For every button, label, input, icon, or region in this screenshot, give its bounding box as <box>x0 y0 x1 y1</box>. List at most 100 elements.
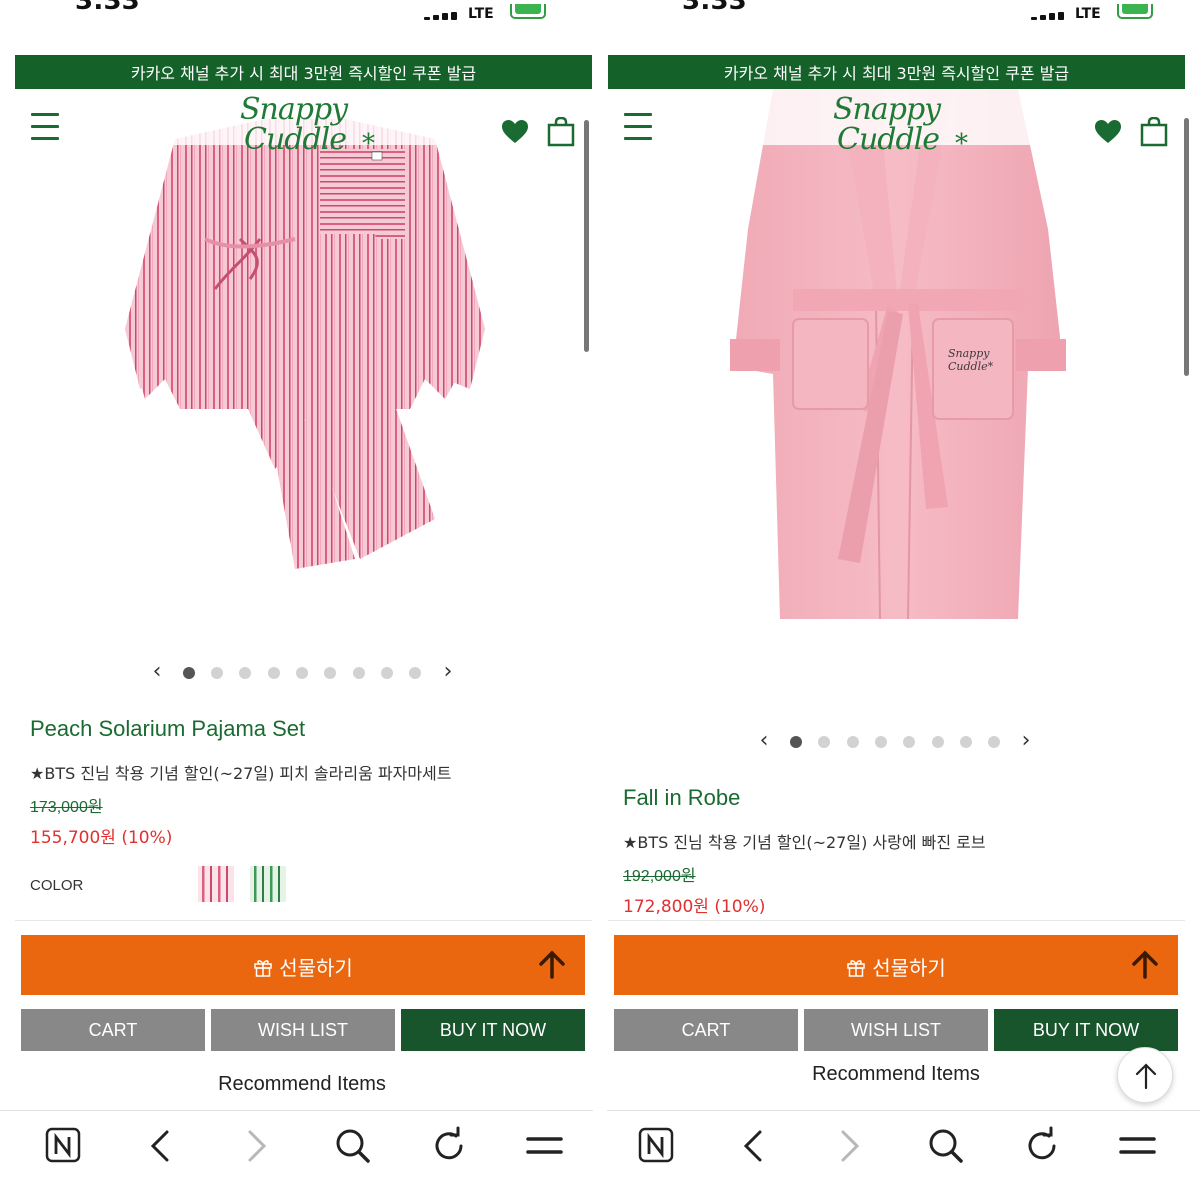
brand-logo[interactable]: Snappy Cuddle * <box>833 92 968 165</box>
promo-banner[interactable]: 카카오 채널 추가 시 최대 3만원 즉시할인 쿠폰 발급 <box>608 55 1185 89</box>
svg-text:Snappy: Snappy <box>948 347 990 360</box>
carousel-dot[interactable] <box>960 736 972 748</box>
cart-button[interactable]: CART <box>21 1009 205 1051</box>
carousel-dot[interactable] <box>409 667 421 679</box>
carousel-prev-icon[interactable]: ‹ <box>147 661 167 685</box>
logo-line1: Snappy <box>240 92 348 127</box>
color-swatch-green[interactable] <box>250 866 286 902</box>
carousel-dot[interactable] <box>183 667 195 679</box>
logo-line2: Cuddle <box>837 122 940 157</box>
svg-text:Cuddle*: Cuddle* <box>948 360 994 373</box>
carousel-next-icon[interactable]: › <box>1016 730 1036 754</box>
logo-line1: Snappy <box>833 92 941 127</box>
status-bar: 3:33 LTE <box>0 0 593 30</box>
refresh-icon[interactable] <box>429 1126 469 1166</box>
logo-line2: Cuddle <box>244 122 347 157</box>
carousel-dot[interactable] <box>353 667 365 679</box>
status-time: 3:33 <box>682 0 747 16</box>
carousel-dot[interactable] <box>847 736 859 748</box>
carousel-dot[interactable] <box>211 667 223 679</box>
scroll-to-top-button[interactable] <box>1117 1047 1173 1103</box>
product-subtitle: ★BTS 진님 착용 기념 할인(~27일) 피치 솔라리움 파자마세트 <box>30 764 452 783</box>
scrollbar[interactable] <box>584 120 589 352</box>
recommend-items-heading: Recommend Items <box>812 1063 980 1085</box>
network-label: LTE <box>468 6 494 22</box>
cart-button[interactable]: CART <box>614 1009 798 1051</box>
shopping-bag-icon[interactable] <box>1140 116 1168 147</box>
site-header: Snappy Cuddle * <box>608 89 1185 159</box>
product-image[interactable]: Snappy Cuddle* <box>608 89 1185 709</box>
heart-icon[interactable] <box>501 119 529 145</box>
carousel-dot[interactable] <box>875 736 887 748</box>
carousel-dot[interactable] <box>903 736 915 748</box>
product-page-pajama: 3:33 LTE 카카오 채널 추가 시 최대 3만원 즉시할인 쿠폰 발급 S… <box>0 0 593 1200</box>
gift-icon <box>253 957 273 982</box>
color-swatch-pink[interactable] <box>198 866 234 902</box>
carousel-next-icon[interactable]: › <box>438 661 458 685</box>
battery-icon <box>510 4 546 19</box>
gift-button[interactable]: 선물하기 <box>21 935 585 995</box>
status-time: 3:33 <box>75 0 140 16</box>
forward-icon[interactable] <box>237 1126 277 1166</box>
arrow-up-icon[interactable] <box>1130 949 1160 979</box>
recommend-items-heading: Recommend Items <box>218 1073 386 1095</box>
battery-icon <box>1117 4 1153 19</box>
carousel-dot[interactable] <box>381 667 393 679</box>
back-icon[interactable] <box>141 1126 181 1166</box>
product-subtitle: ★BTS 진님 착용 기념 할인(~27일) 사랑에 빠진 로브 <box>623 833 986 852</box>
search-icon[interactable] <box>926 1126 966 1166</box>
brand-logo[interactable]: Snappy Cuddle * <box>240 92 375 165</box>
buy-now-button[interactable]: BUY IT NOW <box>401 1009 585 1051</box>
carousel-dot[interactable] <box>988 736 1000 748</box>
network-label: LTE <box>1075 6 1101 22</box>
arrow-up-icon <box>1135 1063 1157 1090</box>
carousel-dot[interactable] <box>324 667 336 679</box>
browser-toolbar <box>0 1110 593 1200</box>
scrollbar[interactable] <box>1184 118 1189 376</box>
wish-list-button[interactable]: WISH LIST <box>804 1009 988 1051</box>
image-carousel-nav: ‹ › <box>0 661 593 685</box>
carousel-dot[interactable] <box>932 736 944 748</box>
divider <box>15 920 592 921</box>
forward-icon[interactable] <box>830 1126 870 1166</box>
status-bar: 3:33 LTE <box>607 0 1200 30</box>
back-icon[interactable] <box>734 1126 774 1166</box>
menu-icon[interactable] <box>1118 1126 1158 1166</box>
menu-icon[interactable] <box>525 1126 565 1166</box>
robe-image: Snappy Cuddle* <box>730 89 1066 620</box>
signal-icon <box>1031 12 1065 20</box>
product-image[interactable] <box>15 89 592 649</box>
wish-list-button[interactable]: WISH LIST <box>211 1009 395 1051</box>
promo-banner[interactable]: 카카오 채널 추가 시 최대 3만원 즉시할인 쿠폰 발급 <box>15 55 592 89</box>
logo-mark: * <box>955 129 968 159</box>
naver-n-icon[interactable] <box>44 1126 84 1166</box>
hamburger-menu-icon[interactable] <box>624 113 654 143</box>
buy-now-button[interactable]: BUY IT NOW <box>994 1009 1178 1051</box>
carousel-prev-icon[interactable]: ‹ <box>754 730 774 754</box>
refresh-icon[interactable] <box>1022 1126 1062 1166</box>
color-label: COLOR <box>30 877 84 894</box>
product-title: Fall in Robe <box>623 785 741 810</box>
logo-mark: * <box>362 129 375 159</box>
hamburger-menu-icon[interactable] <box>31 113 61 143</box>
shopping-bag-icon[interactable] <box>547 116 575 147</box>
signal-icon <box>424 12 458 20</box>
gift-icon <box>846 957 866 982</box>
browser-toolbar <box>607 1110 1200 1200</box>
divider <box>608 920 1185 921</box>
naver-n-icon[interactable] <box>637 1126 677 1166</box>
image-carousel-nav: ‹ › <box>607 730 1200 754</box>
original-price: 173,000원 <box>30 799 103 816</box>
carousel-dot[interactable] <box>239 667 251 679</box>
carousel-dot[interactable] <box>818 736 830 748</box>
gift-label: 선물하기 <box>279 956 353 980</box>
heart-icon[interactable] <box>1094 119 1122 145</box>
carousel-dot[interactable] <box>790 736 802 748</box>
product-title: Peach Solarium Pajama Set <box>30 716 306 741</box>
carousel-dot[interactable] <box>268 667 280 679</box>
search-icon[interactable] <box>333 1126 373 1166</box>
gift-button[interactable]: 선물하기 <box>614 935 1178 995</box>
carousel-dot[interactable] <box>296 667 308 679</box>
site-header: Snappy Cuddle * <box>15 89 592 159</box>
arrow-up-icon[interactable] <box>537 949 567 979</box>
